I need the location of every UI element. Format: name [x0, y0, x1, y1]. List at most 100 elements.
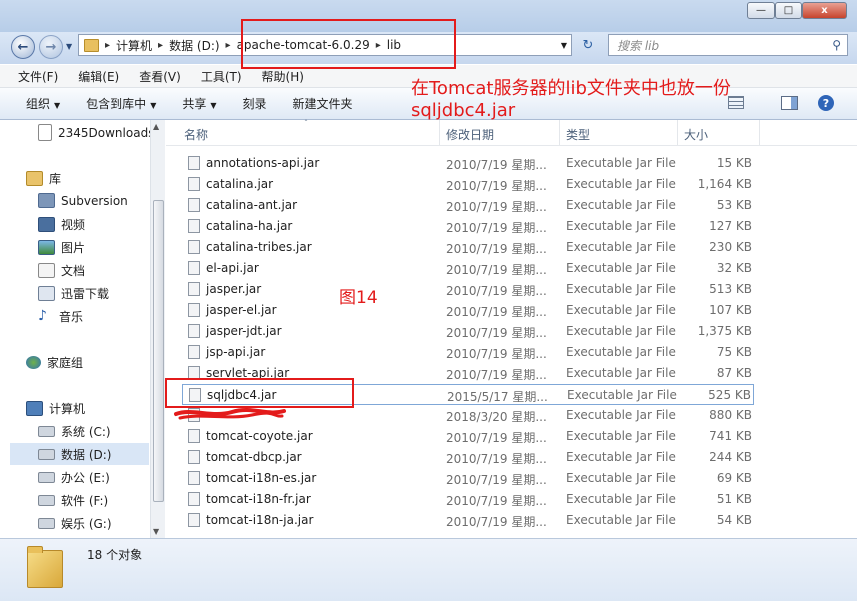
- file-row[interactable]: catalina.jar 2010/7/19 星期... Executable Ja…: [182, 174, 754, 195]
- file-date: 2010/7/19 星期...: [446, 200, 547, 214]
- file-date: 2010/7/19 星期...: [446, 326, 547, 340]
- back-button[interactable]: ←: [11, 35, 35, 59]
- file-size: 15 KB: [716, 156, 752, 170]
- column-header-type[interactable]: 类型: [566, 126, 590, 143]
- address-segment-drive[interactable]: 数据 (D:): [169, 37, 219, 54]
- nav-item-homegroup[interactable]: 家庭组: [26, 354, 83, 371]
- search-input[interactable]: 搜索 lib ⚲: [608, 34, 848, 56]
- preview-pane-icon[interactable]: [781, 96, 798, 110]
- minimize-button[interactable]: —: [747, 2, 775, 19]
- file-row[interactable]: annotations-api.jar 2010/7/19 星期... Execut…: [182, 153, 754, 174]
- organize-button[interactable]: 组织 ▼: [26, 95, 60, 112]
- jar-file-icon: [188, 324, 200, 338]
- file-row[interactable]: tomcat-dbcp.jar 2010/7/19 星期... Executable…: [182, 447, 754, 468]
- close-button[interactable]: x: [802, 2, 847, 19]
- jar-file-icon: [188, 198, 200, 212]
- file-date: 2010/7/19 星期...: [446, 263, 547, 277]
- address-segment-computer[interactable]: 计算机: [116, 37, 152, 54]
- chevron-down-icon: ▼: [150, 101, 157, 110]
- file-type: Executable Jar File: [566, 240, 676, 254]
- column-header-date[interactable]: 修改日期: [446, 126, 494, 143]
- nav-item-xunlei-downloads[interactable]: 迅雷下载: [38, 285, 109, 302]
- column-divider[interactable]: [677, 120, 678, 145]
- library-icon: [26, 171, 43, 186]
- forward-arrow-icon: →: [45, 39, 57, 55]
- file-row[interactable]: tomcat-i18n-fr.jar 2010/7/19 星期... Executa…: [182, 489, 754, 510]
- file-row[interactable]: tomcat-coyote.jar 2010/7/19 星期... Executab…: [182, 426, 754, 447]
- file-type: Executable Jar File: [566, 324, 676, 338]
- column-divider[interactable]: [759, 120, 760, 145]
- file-size: 54 KB: [716, 513, 752, 527]
- file-row[interactable]: catalina-tribes.jar 2010/7/19 星期... Execut…: [182, 237, 754, 258]
- file-row[interactable]: tomcat-i18n-ja.jar 2010/7/19 星期... Executa…: [182, 510, 754, 531]
- file-date: 2018/3/20 星期...: [446, 410, 547, 424]
- download-icon: [38, 286, 55, 301]
- share-button[interactable]: 共享 ▼: [182, 95, 216, 112]
- drive-icon: [38, 426, 55, 437]
- file-type: Executable Jar File: [566, 345, 676, 359]
- menu-file[interactable]: 文件(F): [18, 68, 58, 85]
- file-size: 741 KB: [709, 429, 752, 443]
- nav-item-documents[interactable]: 文档: [38, 262, 85, 279]
- nav-item-subversion[interactable]: Subversion: [38, 193, 128, 208]
- scrollbar-thumb[interactable]: [153, 200, 164, 502]
- help-icon[interactable]: ?: [818, 95, 834, 111]
- address-dropdown-icon[interactable]: ▼: [561, 41, 567, 50]
- file-row[interactable]: tomcat-i18n-es.jar 2010/7/19 星期... Executa…: [182, 468, 754, 489]
- nav-item-drive-c[interactable]: 系统 (C:): [38, 423, 111, 440]
- maximize-button[interactable]: □: [775, 2, 802, 19]
- file-row[interactable]: catalina-ha.jar 2010/7/19 星期... Executable…: [182, 216, 754, 237]
- menu-help[interactable]: 帮助(H): [262, 68, 304, 85]
- nav-item-library[interactable]: 库: [26, 170, 61, 187]
- back-arrow-icon: ←: [17, 39, 29, 55]
- file-date: 2010/7/19 星期...: [446, 242, 547, 256]
- nav-item-music[interactable]: ♪ 音乐: [38, 308, 83, 325]
- menu-tools[interactable]: 工具(T): [201, 68, 242, 85]
- file-row[interactable]: el-api.jar 2010/7/19 星期... Executable Jar …: [182, 258, 754, 279]
- menu-view[interactable]: 查看(V): [139, 68, 181, 85]
- scroll-up-icon[interactable]: ▲: [153, 122, 159, 131]
- file-row[interactable]: catalina-ant.jar 2010/7/19 星期... Executabl…: [182, 195, 754, 216]
- jar-file-icon: [188, 471, 200, 485]
- nav-item-videos[interactable]: 视频: [38, 216, 85, 233]
- file-name: jasper.jar: [206, 282, 262, 296]
- nav-item-drive-e[interactable]: 办公 (E:): [38, 469, 110, 486]
- column-header-name[interactable]: 名称: [184, 126, 208, 143]
- nav-item-2345downloads[interactable]: 2345Downloads: [38, 124, 154, 141]
- file-type: Executable Jar File: [566, 198, 676, 212]
- file-row[interactable]: jasper.jar 2010/7/19 星期... Executable Jar …: [182, 279, 754, 300]
- forward-button[interactable]: →: [39, 35, 63, 59]
- file-size: 107 KB: [709, 303, 752, 317]
- burn-button[interactable]: 刻录: [243, 95, 267, 112]
- file-type: Executable Jar File: [566, 429, 676, 443]
- file-size: 880 KB: [709, 408, 752, 422]
- recent-pages-chevron-icon[interactable]: ▼: [66, 42, 72, 51]
- file-row[interactable]: jsp-api.jar 2010/7/19 星期... Executable Jar…: [182, 342, 754, 363]
- computer-icon: [26, 401, 43, 416]
- scroll-down-icon[interactable]: ▼: [153, 527, 159, 536]
- search-icon[interactable]: ⚲: [832, 38, 841, 52]
- file-row[interactable]: jasper-jdt.jar 2010/7/19 星期... Executable …: [182, 321, 754, 342]
- file-type: Executable Jar File: [566, 408, 676, 422]
- nav-item-computer[interactable]: 计算机: [26, 400, 85, 417]
- new-folder-button[interactable]: 新建文件夹: [293, 95, 353, 112]
- nav-item-drive-f[interactable]: 软件 (F:): [38, 492, 108, 509]
- include-in-library-button[interactable]: 包含到库中 ▼: [86, 95, 156, 112]
- file-type: Executable Jar File: [566, 492, 676, 506]
- file-size: 244 KB: [709, 450, 752, 464]
- file-type: Executable Jar File: [566, 177, 676, 191]
- column-header-size[interactable]: 大小: [684, 126, 708, 143]
- nav-scrollbar[interactable]: ▲ ▼: [150, 120, 165, 538]
- refresh-icon[interactable]: ↻: [576, 35, 600, 55]
- folder-icon: [27, 546, 63, 588]
- jar-file-icon: [188, 177, 200, 191]
- file-name: tomcat-i18n-es.jar: [206, 471, 317, 485]
- file-row[interactable]: jasper-el.jar 2010/7/19 星期... Executable J…: [182, 300, 754, 321]
- search-placeholder: 搜索 lib: [617, 38, 660, 53]
- menu-edit[interactable]: 编辑(E): [78, 68, 119, 85]
- nav-item-pictures[interactable]: 图片: [38, 239, 85, 256]
- nav-item-drive-d[interactable]: 数据 (D:): [38, 446, 111, 463]
- column-divider[interactable]: [439, 120, 440, 145]
- column-divider[interactable]: [559, 120, 560, 145]
- nav-item-drive-g[interactable]: 娱乐 (G:): [38, 515, 112, 532]
